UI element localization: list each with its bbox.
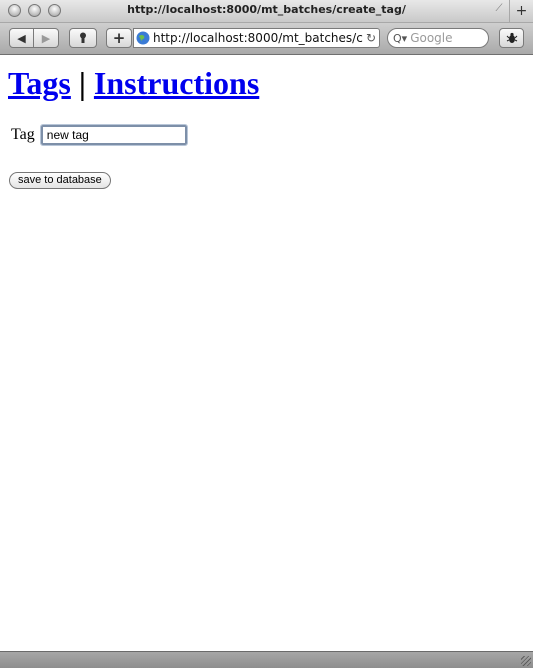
forward-arrow-icon: ▶ [41,31,51,45]
save-to-database-button[interactable]: save to database [9,172,111,189]
status-bar [0,651,533,668]
search-placeholder: Google [410,31,453,45]
keyhole-icon [80,32,86,43]
resize-grip-icon[interactable] [521,656,531,666]
browser-toolbar: ◀ ▶ + http://localhost:8000/mt_batches/c… [0,23,533,55]
reload-icon[interactable]: ↻ [363,31,379,45]
nav-separator: | [70,65,94,101]
tags-link[interactable]: Tags [8,65,71,101]
instructions-link[interactable]: Instructions [94,65,259,101]
forward-button[interactable]: ▶ [34,28,59,48]
title-bar: http://localhost:8000/mt_batches/create_… [0,0,533,23]
page-heading: Tags | Instructions [8,65,259,102]
page-content: Tags | Instructions Tag save to database [0,55,533,651]
resize-corner-icon: ⟋ [495,3,503,14]
plus-icon: + [112,29,126,47]
close-window-button[interactable] [8,4,21,17]
keychain-button[interactable] [69,28,97,48]
back-arrow-icon: ◀ [17,31,26,45]
back-button[interactable]: ◀ [9,28,34,48]
address-bar[interactable]: http://localhost:8000/mt_batches/create_… [133,28,380,48]
bug-icon [506,32,517,43]
new-tab-button[interactable]: + [509,0,533,22]
window-title: http://localhost:8000/mt_batches/create_… [127,3,406,16]
search-icon: Q▾ [393,31,408,45]
add-bookmark-button[interactable]: + [106,28,132,48]
tag-input[interactable] [39,124,188,146]
bug-report-button[interactable] [499,28,524,48]
tag-label: Tag [11,126,35,143]
address-text: http://localhost:8000/mt_batches/create_… [153,31,363,45]
search-field[interactable]: Q▾ Google [387,28,489,48]
browser-window: http://localhost:8000/mt_batches/create_… [0,0,533,668]
tag-form-row: Tag [11,124,188,146]
globe-icon [136,31,150,45]
minimize-window-button[interactable] [28,4,41,17]
